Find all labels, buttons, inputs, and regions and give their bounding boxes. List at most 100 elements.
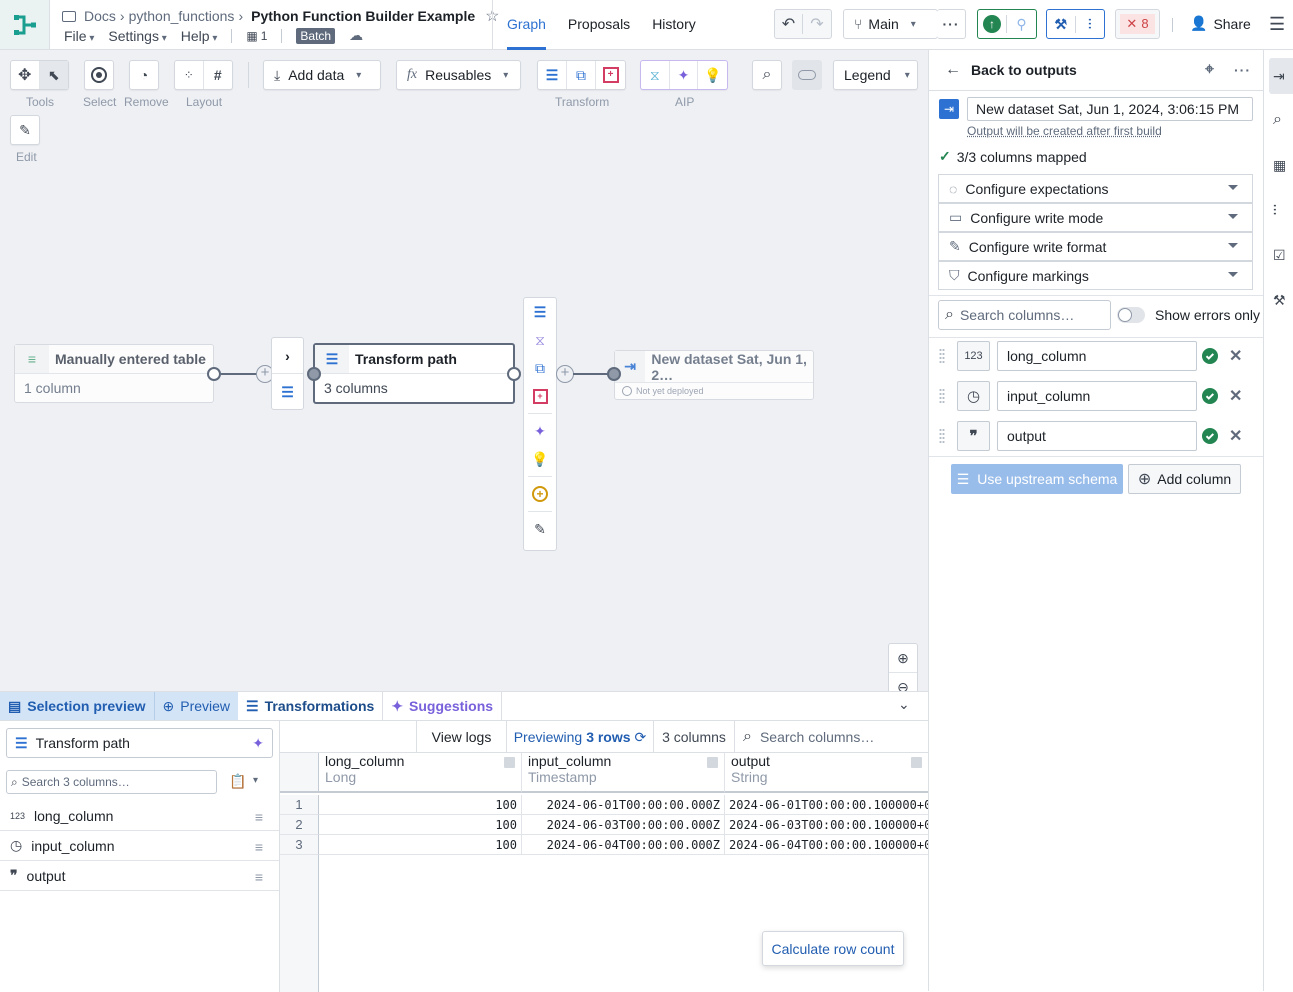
column-name-input[interactable]: long_column (997, 341, 1197, 371)
menu-settings[interactable]: Settings (108, 28, 166, 44)
menu-help[interactable]: Help (181, 28, 218, 44)
tab-proposals[interactable]: Proposals (568, 0, 630, 50)
merge-icon[interactable]: ⚲ (1007, 16, 1036, 33)
remove-column-icon[interactable]: ✕ (1229, 346, 1242, 366)
breadcrumb-docs[interactable]: Docs (84, 8, 116, 24)
toggle-view-button[interactable] (792, 60, 822, 90)
use-upstream-schema-button[interactable]: ☰ Use upstream schema (951, 464, 1123, 494)
sparkle-icon[interactable]: ✦ (524, 417, 556, 445)
breadcrumb-python-functions[interactable]: python_functions (129, 8, 235, 24)
tab-selection-preview[interactable]: ▤ Selection preview (0, 692, 154, 720)
checklist-rail-icon[interactable]: ☑ (1269, 237, 1293, 273)
hourglass-icon[interactable]: ⧖ (524, 326, 556, 354)
sliders-rail-icon[interactable]: ⫶ (1269, 192, 1293, 228)
legend-button[interactable]: Legend ▾ (833, 60, 918, 90)
union-button[interactable]: + (596, 61, 625, 89)
auto-layout-button[interactable]: ⁘ (175, 61, 204, 89)
more-options-button[interactable]: ··· (937, 9, 966, 39)
remove-column-icon[interactable]: ✕ (1229, 386, 1242, 406)
list-icon[interactable]: ☰ (1269, 14, 1285, 35)
table-cell[interactable]: 2024-06-01T00:00:00.100000+00:00 (725, 795, 928, 815)
column-header[interactable]: long_column Long (319, 753, 522, 793)
tab-graph[interactable]: Graph (507, 0, 546, 50)
add-column-button[interactable]: ⊕ Add column (1128, 464, 1241, 494)
expand-chevron-icon[interactable]: › (272, 338, 303, 374)
sparkle-icon[interactable]: ✦ (252, 735, 264, 752)
output-rail-icon[interactable]: ⇥ (1269, 58, 1293, 94)
view-logs-button[interactable]: View logs (416, 721, 506, 753)
transform-icon[interactable]: ☰ (272, 374, 303, 410)
clipboard-icon[interactable]: 📋 (229, 773, 246, 790)
input-port[interactable] (607, 367, 621, 381)
configure-write-format-section[interactable]: ✎ Configure write format (938, 232, 1253, 261)
join-button[interactable]: ⧉ (567, 61, 596, 89)
hammer-icon[interactable]: ⚒ (1047, 15, 1076, 33)
add-row-icon[interactable]: + (524, 382, 556, 410)
column-item[interactable]: ❞ output ≡ (0, 861, 279, 891)
column-search-input[interactable]: ⌕ Search 3 columns… (6, 770, 217, 794)
table-cell[interactable]: 2024-06-01T00:00:00.000Z (522, 795, 725, 815)
table-cell[interactable]: 2024-06-03T00:00:00.000Z (522, 815, 725, 835)
search-graph-button[interactable]: ⌕ (752, 60, 782, 90)
pan-tool-button[interactable]: ✥ (11, 61, 40, 89)
redo-icon[interactable]: ↷ (803, 14, 831, 34)
aip-suggest-button[interactable]: 💡 (698, 61, 727, 89)
add-circle-icon[interactable]: + (524, 480, 556, 508)
column-header[interactable]: output String (725, 753, 928, 793)
table-cell[interactable]: 2024-06-04T00:00:00.000Z (522, 835, 725, 855)
drag-handle-icon[interactable] (939, 388, 945, 404)
transform-path-button[interactable]: ☰ (538, 61, 567, 89)
input-port[interactable] (307, 367, 321, 381)
locate-icon[interactable]: ⌖ (1205, 61, 1214, 79)
pencil-icon[interactable]: ✎ (524, 515, 556, 543)
select-button[interactable] (84, 60, 114, 90)
collapse-panel-icon[interactable]: ⌄ (898, 696, 910, 713)
share-button[interactable]: 👤 Share (1190, 15, 1251, 32)
sort-icon[interactable]: ≡ (255, 839, 263, 855)
quote-icon[interactable]: ❞ (957, 421, 990, 451)
column-item[interactable]: ◷ input_column ≡ (0, 831, 279, 861)
graph-canvas[interactable]: ✥ ⬉ Tools Select ◔ Remove ⁘ # Layout ✎ E… (0, 50, 928, 732)
sliders-icon[interactable]: ⫶ (1076, 16, 1104, 33)
edit-button[interactable]: ✎ (10, 115, 40, 145)
drag-handle-icon[interactable] (939, 428, 945, 444)
column-header[interactable]: input_column Timestamp (522, 753, 725, 793)
drag-handle-icon[interactable] (939, 348, 945, 364)
tab-preview[interactable]: ⊕ Preview (153, 692, 239, 720)
grid-layout-button[interactable]: # (204, 61, 232, 89)
column-search-input[interactable]: ⌕ Search columns… (938, 300, 1111, 330)
configure-markings-section[interactable]: ⛉ Configure markings (938, 261, 1253, 290)
reusables-button[interactable]: fx Reusables ▾ (396, 60, 521, 90)
add-node-plus-icon[interactable]: + (556, 365, 574, 383)
aip-logic-button[interactable]: ⧖ (641, 61, 670, 89)
hammer-rail-icon[interactable]: ⚒ (1269, 282, 1293, 318)
join-table-icon[interactable]: ⧉ (524, 354, 556, 382)
remove-column-icon[interactable]: ✕ (1229, 426, 1242, 446)
node-new-dataset[interactable]: ⇥ New dataset Sat, Jun 1, 2… Not yet depl… (614, 350, 814, 400)
show-errors-toggle[interactable] (1117, 307, 1145, 323)
calculate-row-count-button[interactable]: Calculate row count (762, 931, 904, 966)
calendar-rail-icon[interactable]: ▦ (1269, 147, 1293, 183)
sort-icon[interactable]: ≡ (255, 809, 263, 825)
branch-selector[interactable]: ⑂ Main ▾ (843, 9, 938, 39)
table-cell[interactable]: 100 (319, 815, 522, 835)
tab-history[interactable]: History (652, 0, 696, 50)
back-to-outputs-link[interactable]: Back to outputs (971, 62, 1077, 78)
column-name-input[interactable]: output (997, 421, 1197, 451)
undo-icon[interactable]: ↶ (775, 14, 804, 34)
tab-transformations[interactable]: ☰ Transformations (238, 692, 384, 720)
sites-indicator[interactable]: ▦ 1 (246, 29, 267, 43)
filter-icon[interactable] (504, 757, 515, 768)
aip-generate-button[interactable]: ✦ (670, 61, 699, 89)
table-cell[interactable]: 2024-06-04T00:00:00.100000+00:00 (725, 835, 928, 855)
dataset-name-input[interactable]: New dataset Sat, Jun 1, 2024, 3:06:15 PM (967, 97, 1253, 121)
search-rail-icon[interactable]: ⌕ (1269, 102, 1293, 138)
errors-button[interactable]: ✕ 8 (1115, 9, 1160, 39)
column-item[interactable]: 123 long_column ≡ (0, 801, 279, 831)
add-data-button[interactable]: ⤓ Add data ▾ (263, 60, 381, 90)
caret-down-icon[interactable]: ▾ (253, 775, 258, 786)
node-selector[interactable]: ☰ Transform path ✦ (6, 728, 273, 758)
app-logo[interactable] (0, 0, 50, 49)
number-type-icon[interactable]: 123 (957, 341, 990, 371)
node-manually-entered-table[interactable]: ≡ Manually entered table 1 column (14, 344, 214, 403)
